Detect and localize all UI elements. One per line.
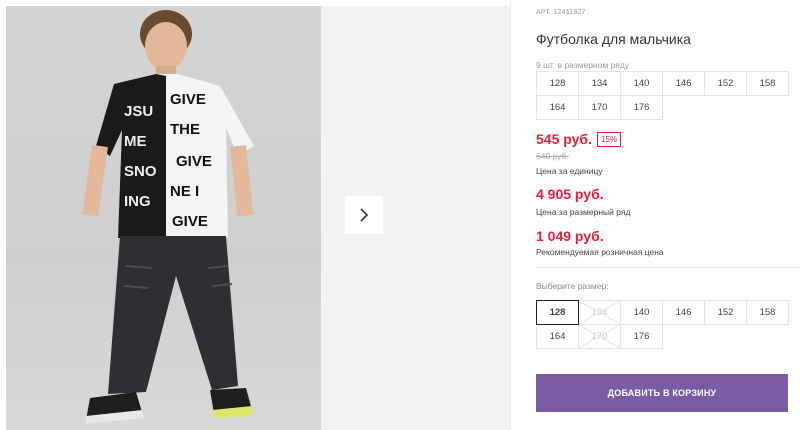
series-size-cell: 146	[662, 71, 705, 96]
article-number: АРТ. 12411927	[536, 9, 586, 16]
size-option-128[interactable]: 128	[536, 300, 579, 325]
product-photo[interactable]: GIVE THE GIVE NE I GIVE JSU ME SNO ING	[6, 6, 321, 430]
unit-price: 545 руб.	[536, 131, 592, 147]
series-size-cell: 152	[704, 71, 747, 96]
size-option-140[interactable]: 140	[620, 300, 663, 325]
size-option-label: 146	[675, 307, 692, 318]
size-series-grid: 128 134 140 146 152 158 164 170 176	[536, 71, 789, 120]
product-gallery: GIVE THE GIVE NE I GIVE JSU ME SNO ING	[0, 0, 510, 430]
series-size-cell: 170	[578, 95, 621, 120]
next-image-button[interactable]	[345, 196, 383, 234]
svg-text:ME: ME	[124, 133, 147, 150]
boy-illustration: GIVE THE GIVE NE I GIVE JSU ME SNO ING	[82, 10, 254, 424]
svg-text:GIVE: GIVE	[170, 91, 206, 108]
retail-price-caption: Рекомендуемая розничная цена	[536, 247, 664, 257]
svg-text:GIVE: GIVE	[172, 213, 208, 230]
size-option-label: 176	[633, 331, 650, 342]
panel-divider	[510, 0, 511, 430]
series-price: 4 905 руб.	[536, 186, 604, 202]
series-price-caption: Цена за размерный ряд	[536, 207, 631, 217]
series-size-cell: 128	[536, 71, 579, 96]
svg-text:GIVE: GIVE	[176, 153, 212, 170]
unavailable-cross-icon	[579, 301, 620, 324]
size-option-label: 164	[549, 331, 566, 342]
discount-badge: 15%	[597, 132, 622, 147]
series-size-cell: 158	[746, 71, 789, 96]
size-option-158[interactable]: 158	[746, 300, 789, 325]
series-size-cell: 164	[536, 95, 579, 120]
size-option-label: 128	[549, 307, 566, 318]
size-option-152[interactable]: 152	[704, 300, 747, 325]
size-option-label: 158	[759, 307, 776, 318]
unit-price-caption: Цена за единицу	[536, 166, 603, 176]
old-price: 640 руб.	[536, 151, 569, 161]
size-series-note: 9 шт. в размерном ряду	[536, 60, 630, 70]
size-selector: 128 134 140 146 152 158 164 170 176	[536, 300, 789, 349]
svg-text:THE: THE	[170, 121, 200, 138]
svg-text:SNO: SNO	[124, 163, 157, 180]
size-option-label: 152	[717, 307, 734, 318]
section-divider	[536, 267, 800, 268]
product-info-panel: АРТ. 12411927 Футболка для мальчика 9 шт…	[536, 0, 800, 430]
svg-text:NE I: NE I	[170, 183, 199, 200]
retail-price: 1 049 руб.	[536, 228, 604, 244]
chevron-right-icon	[360, 208, 369, 222]
series-size-cell: 140	[620, 71, 663, 96]
size-option-170: 170	[578, 324, 621, 349]
size-option-164[interactable]: 164	[536, 324, 579, 349]
svg-text:JSU: JSU	[124, 103, 153, 120]
size-option-146[interactable]: 146	[662, 300, 705, 325]
product-title: Футболка для мальчика	[536, 31, 691, 47]
size-option-134: 134	[578, 300, 621, 325]
choose-size-label: Выберите размер:	[536, 281, 609, 291]
size-option-label: 140	[633, 307, 650, 318]
svg-text:ING: ING	[124, 193, 151, 210]
size-option-176[interactable]: 176	[620, 324, 663, 349]
series-size-cell: 176	[620, 95, 663, 120]
series-size-cell: 134	[578, 71, 621, 96]
unavailable-cross-icon	[579, 325, 620, 348]
add-to-cart-button[interactable]: ДОБАВИТЬ В КОРЗИНУ	[536, 374, 788, 412]
